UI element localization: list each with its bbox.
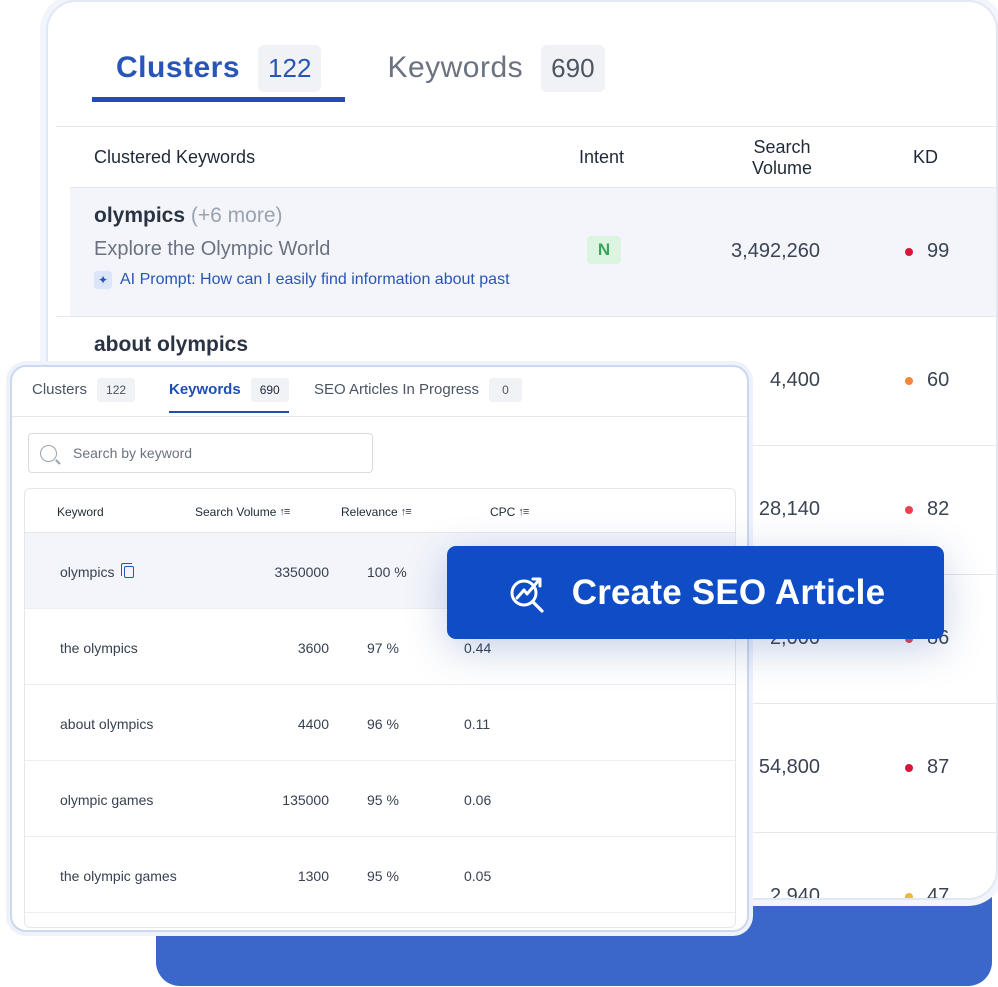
cluster-keyword-text: olympics bbox=[94, 204, 186, 227]
cluster-row[interactable]: olympics (+6 more) Explore the Olympic W… bbox=[70, 187, 996, 316]
keyword-cell: the olympic games bbox=[60, 868, 177, 884]
kd-number: 60 bbox=[927, 369, 950, 391]
back-tab-bar: Clusters 122 Keywords 690 bbox=[92, 40, 605, 102]
kd-value: 82 bbox=[905, 498, 949, 521]
kd-number: 99 bbox=[927, 240, 950, 262]
tab-label: Keywords bbox=[169, 381, 241, 398]
column-header-line: Volume bbox=[752, 158, 813, 178]
search-volume-cell: 135000 bbox=[282, 792, 329, 808]
tab-label: Keywords bbox=[387, 51, 524, 84]
kd-number: 87 bbox=[927, 756, 950, 778]
kd-number: 82 bbox=[927, 498, 950, 520]
kd-indicator-dot bbox=[905, 376, 913, 385]
button-label: Create SEO Article bbox=[571, 572, 886, 612]
magic-search-icon bbox=[510, 577, 544, 613]
tab-label: Clusters bbox=[32, 381, 88, 398]
table-row[interactable]: about olympics 4400 96 % 0.11 bbox=[25, 685, 735, 761]
tab-label: Clusters bbox=[116, 51, 241, 84]
column-header-keyword: Keyword bbox=[57, 505, 104, 519]
search-input[interactable] bbox=[73, 445, 353, 461]
cpc-cell: 0.44 bbox=[464, 640, 492, 656]
kd-indicator-dot bbox=[905, 505, 913, 514]
kd-indicator-dot bbox=[905, 763, 913, 772]
search-icon bbox=[40, 444, 57, 462]
keywords-panel: Clusters 122 Keywords 690 SEO Articles I… bbox=[10, 365, 749, 932]
relevance-cell: 95 % bbox=[367, 792, 399, 808]
column-header-text: Keyword bbox=[57, 505, 104, 519]
search-volume-cell: 3350000 bbox=[274, 564, 329, 580]
kd-number: 47 bbox=[927, 885, 950, 900]
search-volume-value: 2,940 bbox=[769, 885, 820, 900]
search-volume-value: 4,400 bbox=[769, 369, 820, 391]
create-seo-article-button[interactable]: Create SEO Article bbox=[447, 546, 944, 639]
tab-count-badge: 690 bbox=[541, 44, 605, 92]
tab-keywords[interactable]: Keywords 690 bbox=[363, 40, 605, 96]
kd-indicator-dot bbox=[905, 892, 913, 898]
table-row[interactable]: the olympic games 1300 95 % 0.05 bbox=[25, 837, 735, 913]
column-header-kd: KD bbox=[913, 147, 939, 167]
cluster-keyword: about olympics bbox=[94, 333, 249, 356]
sort-icon: ↑≡ bbox=[518, 506, 529, 518]
search-field bbox=[28, 433, 373, 473]
copy-icon[interactable] bbox=[121, 563, 135, 578]
column-header-clustered-keywords: Clustered Keywords bbox=[94, 147, 256, 167]
column-header-relevance[interactable]: Relevance ↑≡ bbox=[341, 505, 412, 519]
relevance-cell: 97 % bbox=[367, 640, 399, 656]
search-volume-value: 54,800 bbox=[758, 756, 820, 778]
keyword-cell: olympics bbox=[60, 563, 135, 580]
cpc-cell: 0.05 bbox=[464, 868, 492, 884]
cpc-cell: 0.11 bbox=[464, 716, 491, 732]
tab-seo-articles-in-progress[interactable]: SEO Articles In Progress 0 bbox=[314, 378, 522, 413]
search-volume-value: 28,140 bbox=[758, 498, 820, 520]
column-header-text: CPC bbox=[490, 505, 516, 519]
sparkle-icon: ✦ bbox=[94, 271, 112, 289]
relevance-cell: 96 % bbox=[367, 716, 399, 732]
cluster-keyword: olympics (+6 more) bbox=[94, 204, 283, 228]
tab-count-badge: 0 bbox=[489, 378, 522, 402]
column-header-intent: Intent bbox=[579, 147, 625, 167]
tab-clusters[interactable]: Clusters 122 bbox=[92, 40, 346, 102]
sort-icon: ↑≡ bbox=[400, 506, 412, 518]
front-tab-bar: Clusters 122 Keywords 690 SEO Articles I… bbox=[12, 367, 747, 417]
intent-badge: N bbox=[587, 236, 621, 264]
column-header-search-volume[interactable]: Search Volume ↑≡ bbox=[195, 505, 290, 519]
cluster-subtitle: Explore the Olympic World bbox=[94, 238, 331, 260]
tab-keywords[interactable]: Keywords 690 bbox=[169, 378, 289, 413]
tab-count-badge: 690 bbox=[250, 378, 289, 402]
keyword-cell: about olympics bbox=[60, 716, 154, 732]
tab-label: SEO Articles In Progress bbox=[314, 381, 480, 398]
column-header-line: Search bbox=[753, 137, 811, 157]
keywords-table-header: Keyword Search Volume ↑≡ Relevance ↑≡ CPC ↑… bbox=[25, 489, 735, 533]
keyword-cell: olympic games bbox=[60, 792, 154, 808]
keyword-text: olympics bbox=[60, 564, 115, 580]
relevance-cell: 95 % bbox=[367, 868, 399, 884]
search-volume-cell: 3600 bbox=[297, 640, 329, 656]
column-header-search-volume: Search Volume bbox=[752, 137, 812, 179]
search-volume-value: 3,492,260 bbox=[731, 240, 820, 262]
cpc-cell: 0.06 bbox=[464, 792, 492, 808]
clusters-table-header: Clustered Keywords Intent Search Volume … bbox=[56, 127, 996, 187]
more-count: (+6 more) bbox=[190, 204, 283, 227]
search-volume-cell: 1300 bbox=[297, 868, 329, 884]
tab-clusters[interactable]: Clusters 122 bbox=[32, 378, 136, 413]
ai-prompt-link[interactable]: ✦ AI Prompt: How can I easily find infor… bbox=[94, 271, 510, 289]
column-header-cpc[interactable]: CPC ↑≡ bbox=[490, 505, 529, 519]
table-row[interactable]: olympic games 135000 95 % 0.06 bbox=[25, 761, 735, 837]
kd-value: 60 bbox=[905, 369, 949, 392]
column-header-text: Relevance bbox=[341, 505, 398, 519]
kd-value: 87 bbox=[905, 756, 949, 779]
column-header-text: Search Volume bbox=[195, 505, 277, 519]
ai-prompt-text: AI Prompt: How can I easily find informa… bbox=[120, 271, 510, 288]
kd-value: 99 bbox=[905, 240, 949, 263]
tab-count-badge: 122 bbox=[258, 44, 322, 92]
keyword-cell: the olympics bbox=[60, 640, 138, 656]
tab-count-badge: 122 bbox=[97, 378, 136, 402]
sort-icon: ↑≡ bbox=[279, 506, 290, 518]
kd-indicator-dot bbox=[905, 247, 913, 256]
kd-value: 47 bbox=[905, 885, 950, 900]
relevance-cell: 100 % bbox=[367, 564, 407, 580]
search-volume-cell: 4400 bbox=[297, 716, 329, 732]
